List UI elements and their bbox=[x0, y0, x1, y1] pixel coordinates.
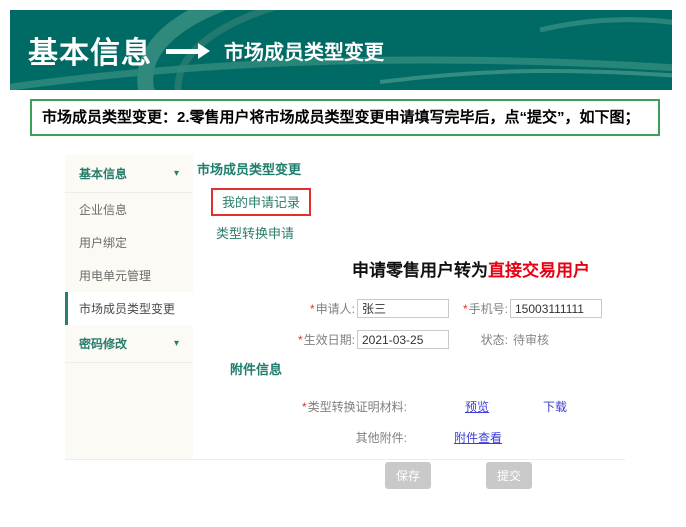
action-buttons: 保存 提交 bbox=[385, 462, 625, 489]
effective-date-label: *生效日期: bbox=[197, 331, 355, 348]
chevron-down-icon: ▾ bbox=[174, 338, 179, 349]
required-marker: * bbox=[310, 302, 315, 316]
status-label-text: 状态: bbox=[481, 333, 508, 347]
status-value: 待审核 bbox=[513, 331, 549, 348]
app-screenshot: 基本信息 ▾ 企业信息 用户绑定 用电单元管理 市场成员类型变更 密码修改 ▾ … bbox=[65, 155, 625, 460]
annotation-highlight-box: 我的申请记录 bbox=[211, 188, 311, 216]
type-change-application-link[interactable]: 类型转换申请 bbox=[216, 223, 625, 242]
banner: 基本信息 市场成员类型变更 bbox=[10, 10, 672, 90]
form-row-1: *申请人: *手机号: bbox=[197, 299, 625, 318]
effective-date-input[interactable] bbox=[357, 330, 449, 349]
banner-content: 基本信息 市场成员类型变更 bbox=[28, 10, 384, 90]
attachments-section-title: 附件信息 bbox=[230, 359, 625, 378]
save-button[interactable]: 保存 bbox=[385, 462, 431, 489]
phone-label: *手机号: bbox=[449, 300, 508, 317]
instruction-note: 市场成员类型变更：2.零售用户将市场成员类型变更申请填写完毕后，点“提交”，如下… bbox=[30, 99, 660, 136]
other-attachments-label: 其他附件: bbox=[197, 429, 407, 446]
applicant-input[interactable] bbox=[357, 299, 449, 318]
page: 基本信息 市场成员类型变更 市场成员类型变更：2.零售用户将市场成员类型变更申请… bbox=[0, 0, 686, 527]
attachment-view-link[interactable]: 附件查看 bbox=[454, 429, 502, 446]
banner-title: 基本信息 bbox=[28, 28, 152, 72]
required-marker: * bbox=[298, 333, 303, 347]
sidebar-group-password-change[interactable]: 密码修改 ▾ bbox=[65, 325, 193, 363]
material-label: *类型转换证明材料: bbox=[197, 398, 407, 415]
sidebar: 基本信息 ▾ 企业信息 用户绑定 用电单元管理 市场成员类型变更 密码修改 ▾ bbox=[65, 155, 193, 459]
effective-date-label-text: 生效日期: bbox=[304, 333, 355, 347]
required-marker: * bbox=[463, 302, 468, 316]
required-marker: * bbox=[302, 400, 307, 414]
status-label: 状态: bbox=[449, 331, 508, 348]
phone-input[interactable] bbox=[510, 299, 602, 318]
sidebar-item-user-binding[interactable]: 用户绑定 bbox=[65, 226, 193, 259]
material-label-text: 类型转换证明材料: bbox=[308, 400, 407, 414]
sidebar-item-power-unit-management[interactable]: 用电单元管理 bbox=[65, 259, 193, 292]
form-row-2: *生效日期: 状态: 待审核 bbox=[197, 330, 625, 349]
sidebar-group-password-change-label: 密码修改 bbox=[79, 335, 127, 352]
my-application-records-link[interactable]: 我的申请记录 bbox=[222, 195, 300, 210]
attachment-row-other: 其他附件: 附件查看 bbox=[197, 429, 625, 446]
banner-subtitle: 市场成员类型变更 bbox=[224, 36, 384, 65]
submit-button[interactable]: 提交 bbox=[486, 462, 532, 489]
other-attachments-label-text: 其他附件: bbox=[356, 431, 407, 445]
form-title-prefix: 申请零售用户转为 bbox=[352, 261, 488, 280]
applicant-label: *申请人: bbox=[197, 300, 355, 317]
sidebar-item-member-type-change[interactable]: 市场成员类型变更 bbox=[65, 292, 193, 325]
preview-link[interactable]: 预览 bbox=[465, 398, 489, 415]
sidebar-group-basic-info[interactable]: 基本信息 ▾ bbox=[65, 155, 193, 193]
phone-label-text: 手机号: bbox=[469, 302, 508, 316]
download-link[interactable]: 下载 bbox=[543, 398, 567, 415]
main-panel: 市场成员类型变更 我的申请记录 类型转换申请 申请零售用户转为直接交易用户 *申… bbox=[197, 159, 625, 489]
sidebar-group-basic-info-label: 基本信息 bbox=[79, 165, 127, 182]
page-title: 市场成员类型变更 bbox=[197, 159, 625, 178]
chevron-down-icon: ▾ bbox=[174, 168, 179, 179]
form-title: 申请零售用户转为直接交易用户 bbox=[352, 256, 625, 281]
form-title-highlight: 直接交易用户 bbox=[488, 261, 590, 280]
sidebar-item-company-info[interactable]: 企业信息 bbox=[65, 193, 193, 226]
applicant-label-text: 申请人: bbox=[316, 302, 355, 316]
attachment-row-material: *类型转换证明材料: 预览 下载 bbox=[197, 398, 625, 415]
arrow-right-icon bbox=[166, 43, 210, 59]
